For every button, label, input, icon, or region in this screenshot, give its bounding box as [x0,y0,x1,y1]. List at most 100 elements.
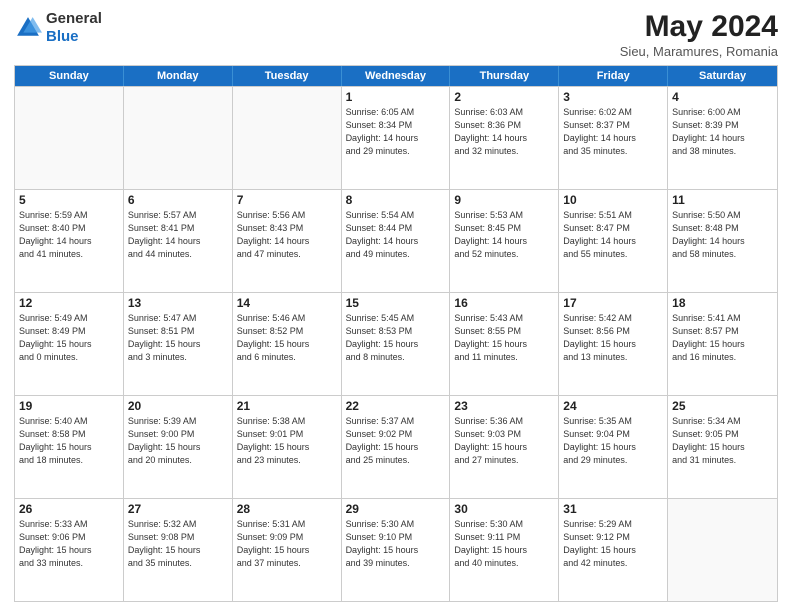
calendar-day-23: 23Sunrise: 5:36 AMSunset: 9:03 PMDayligh… [450,396,559,498]
calendar-day-empty [668,499,777,601]
day-info: Sunrise: 5:39 AMSunset: 9:00 PMDaylight:… [128,415,228,467]
day-number: 31 [563,502,663,516]
calendar: SundayMondayTuesdayWednesdayThursdayFrid… [14,65,778,602]
header-day-saturday: Saturday [668,66,777,86]
day-info: Sunrise: 5:42 AMSunset: 8:56 PMDaylight:… [563,312,663,364]
day-info: Sunrise: 6:03 AMSunset: 8:36 PMDaylight:… [454,106,554,158]
main-title: May 2024 [620,10,778,44]
day-info: Sunrise: 5:56 AMSunset: 8:43 PMDaylight:… [237,209,337,261]
header-day-friday: Friday [559,66,668,86]
calendar-day-5: 5 Sunrise: 5:59 AMSunset: 8:40 PMDaylight… [15,190,124,292]
day-number: 3 [563,90,663,104]
calendar-day-28: 28 Sunrise: 5:31 AMSunset: 9:09 PMDayligh… [233,499,342,601]
header-day-sunday: Sunday [15,66,124,86]
day-info: Sunrise: 5:37 AMSunset: 9:02 PMDaylight:… [346,415,446,467]
calendar-header: SundayMondayTuesdayWednesdayThursdayFrid… [15,66,777,86]
calendar-day-15: 15 Sunrise: 5:45 AMSunset: 8:53 PMDayligh… [342,293,451,395]
logo-general: General [46,10,102,27]
logo-blue: Blue [46,28,79,45]
logo-icon [14,14,42,42]
day-info: Sunrise: 5:38 AMSunset: 9:01 PMDaylight:… [237,415,337,467]
header-day-thursday: Thursday [450,66,559,86]
day-number: 30 [454,502,554,516]
calendar-day-3: 3 Sunrise: 6:02 AMSunset: 8:37 PMDaylight… [559,87,668,189]
title-area: May 2024 Sieu, Maramures, Romania [620,10,778,59]
calendar-day-empty [15,87,124,189]
day-number: 20 [128,399,228,413]
day-info: Sunrise: 5:29 AMSunset: 9:12 PMDaylight:… [563,518,663,570]
day-info: Sunrise: 5:30 AMSunset: 9:10 PMDaylight:… [346,518,446,570]
day-number: 13 [128,296,228,310]
calendar-week-5: 26Sunrise: 5:33 AMSunset: 9:06 PMDayligh… [15,498,777,601]
day-info: Sunrise: 6:05 AMSunset: 8:34 PMDaylight:… [346,106,446,158]
calendar-day-25: 25 Sunrise: 5:34 AMSunset: 9:05 PMDayligh… [668,396,777,498]
day-info: Sunrise: 5:51 AMSunset: 8:47 PMDaylight:… [563,209,663,261]
day-info: Sunrise: 5:59 AMSunset: 8:40 PMDaylight:… [19,209,119,261]
day-number: 4 [672,90,773,104]
day-number: 28 [237,502,337,516]
header-day-monday: Monday [124,66,233,86]
calendar-day-empty [233,87,342,189]
calendar-week-3: 12Sunrise: 5:49 AMSunset: 8:49 PMDayligh… [15,292,777,395]
day-number: 15 [346,296,446,310]
calendar-day-19: 19Sunrise: 5:40 AMSunset: 8:58 PMDayligh… [15,396,124,498]
day-info: Sunrise: 5:53 AMSunset: 8:45 PMDaylight:… [454,209,554,261]
calendar-day-6: 6Sunrise: 5:57 AMSunset: 8:41 PMDaylight… [124,190,233,292]
calendar-day-27: 27 Sunrise: 5:32 AMSunset: 9:08 PMDayligh… [124,499,233,601]
day-info: Sunrise: 5:54 AMSunset: 8:44 PMDaylight:… [346,209,446,261]
day-info: Sunrise: 5:34 AMSunset: 9:05 PMDaylight:… [672,415,773,467]
day-number: 16 [454,296,554,310]
day-number: 27 [128,502,228,516]
calendar-day-8: 8 Sunrise: 5:54 AMSunset: 8:44 PMDaylight… [342,190,451,292]
day-info: Sunrise: 6:02 AMSunset: 8:37 PMDaylight:… [563,106,663,158]
day-number: 22 [346,399,446,413]
day-info: Sunrise: 5:46 AMSunset: 8:52 PMDaylight:… [237,312,337,364]
calendar-day-7: 7 Sunrise: 5:56 AMSunset: 8:43 PMDaylight… [233,190,342,292]
day-number: 9 [454,193,554,207]
day-number: 11 [672,193,773,207]
page: General Blue May 2024 Sieu, Maramures, R… [0,0,792,612]
day-number: 29 [346,502,446,516]
header-day-tuesday: Tuesday [233,66,342,86]
day-info: Sunrise: 5:36 AMSunset: 9:03 PMDaylight:… [454,415,554,467]
day-info: Sunrise: 5:31 AMSunset: 9:09 PMDaylight:… [237,518,337,570]
day-number: 12 [19,296,119,310]
day-info: Sunrise: 5:30 AMSunset: 9:11 PMDaylight:… [454,518,554,570]
day-number: 24 [563,399,663,413]
day-info: Sunrise: 5:43 AMSunset: 8:55 PMDaylight:… [454,312,554,364]
calendar-week-1: 1 Sunrise: 6:05 AMSunset: 8:34 PMDaylight… [15,86,777,189]
logo: General Blue [14,10,102,46]
day-info: Sunrise: 5:41 AMSunset: 8:57 PMDaylight:… [672,312,773,364]
calendar-day-16: 16 Sunrise: 5:43 AMSunset: 8:55 PMDayligh… [450,293,559,395]
day-number: 7 [237,193,337,207]
day-info: Sunrise: 5:50 AMSunset: 8:48 PMDaylight:… [672,209,773,261]
day-info: Sunrise: 5:47 AMSunset: 8:51 PMDaylight:… [128,312,228,364]
day-number: 18 [672,296,773,310]
day-number: 21 [237,399,337,413]
day-info: Sunrise: 5:33 AMSunset: 9:06 PMDaylight:… [19,518,119,570]
calendar-day-29: 29 Sunrise: 5:30 AMSunset: 9:10 PMDayligh… [342,499,451,601]
calendar-day-18: 18 Sunrise: 5:41 AMSunset: 8:57 PMDayligh… [668,293,777,395]
calendar-day-30: 30 Sunrise: 5:30 AMSunset: 9:11 PMDayligh… [450,499,559,601]
day-number: 25 [672,399,773,413]
calendar-day-11: 11 Sunrise: 5:50 AMSunset: 8:48 PMDayligh… [668,190,777,292]
calendar-day-17: 17Sunrise: 5:42 AMSunset: 8:56 PMDayligh… [559,293,668,395]
day-info: Sunrise: 5:40 AMSunset: 8:58 PMDaylight:… [19,415,119,467]
calendar-day-13: 13 Sunrise: 5:47 AMSunset: 8:51 PMDayligh… [124,293,233,395]
calendar-day-21: 21 Sunrise: 5:38 AMSunset: 9:01 PMDayligh… [233,396,342,498]
day-info: Sunrise: 5:32 AMSunset: 9:08 PMDaylight:… [128,518,228,570]
day-number: 1 [346,90,446,104]
calendar-day-1: 1 Sunrise: 6:05 AMSunset: 8:34 PMDaylight… [342,87,451,189]
day-info: Sunrise: 5:45 AMSunset: 8:53 PMDaylight:… [346,312,446,364]
calendar-week-2: 5 Sunrise: 5:59 AMSunset: 8:40 PMDaylight… [15,189,777,292]
calendar-day-26: 26Sunrise: 5:33 AMSunset: 9:06 PMDayligh… [15,499,124,601]
calendar-day-20: 20 Sunrise: 5:39 AMSunset: 9:00 PMDayligh… [124,396,233,498]
calendar-day-22: 22 Sunrise: 5:37 AMSunset: 9:02 PMDayligh… [342,396,451,498]
day-number: 5 [19,193,119,207]
header: General Blue May 2024 Sieu, Maramures, R… [14,10,778,59]
calendar-week-4: 19Sunrise: 5:40 AMSunset: 8:58 PMDayligh… [15,395,777,498]
calendar-body: 1 Sunrise: 6:05 AMSunset: 8:34 PMDaylight… [15,86,777,601]
day-number: 8 [346,193,446,207]
subtitle: Sieu, Maramures, Romania [620,44,778,59]
calendar-day-4: 4Sunrise: 6:00 AMSunset: 8:39 PMDaylight… [668,87,777,189]
